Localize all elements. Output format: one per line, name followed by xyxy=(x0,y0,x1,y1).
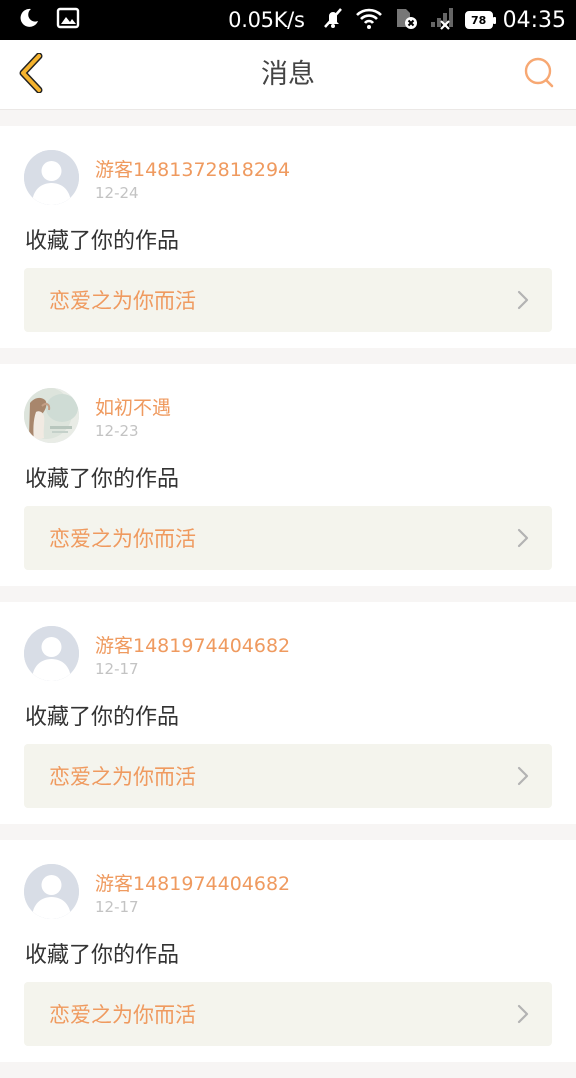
search-button[interactable] xyxy=(518,54,560,96)
status-bar: 0.05K/s 78 04:35 xyxy=(0,0,576,40)
message-date: 12-17 xyxy=(95,660,139,678)
default-avatar-icon xyxy=(24,150,79,205)
message-item: 游客1481372818294 12-24 收藏了你的作品 恋爱之为你而活 xyxy=(0,126,576,348)
avatar[interactable] xyxy=(24,864,79,919)
search-icon xyxy=(521,55,557,95)
avatar[interactable] xyxy=(24,150,79,205)
message-action-text: 收藏了你的作品 xyxy=(25,943,180,968)
work-title: 恋爱之为你而活 xyxy=(49,765,196,789)
message-date: 12-17 xyxy=(95,898,139,916)
message-date: 12-24 xyxy=(95,184,139,202)
signal-icon xyxy=(429,6,455,34)
chevron-right-icon xyxy=(517,528,529,548)
work-title: 恋爱之为你而活 xyxy=(49,527,196,551)
chevron-right-icon xyxy=(517,766,529,786)
notifications-off-icon xyxy=(321,6,345,34)
chevron-right-icon xyxy=(517,1004,529,1024)
message-action-text: 收藏了你的作品 xyxy=(25,467,180,492)
photo-avatar-icon xyxy=(24,388,79,443)
user-name[interactable]: 游客1481974404682 xyxy=(95,869,290,896)
chevron-right-icon xyxy=(517,290,529,310)
message-action-text: 收藏了你的作品 xyxy=(25,705,180,730)
work-title: 恋爱之为你而活 xyxy=(49,289,196,313)
message-list: 游客1481372818294 12-24 收藏了你的作品 恋爱之为你而活 如初… xyxy=(0,126,576,1078)
default-avatar-icon xyxy=(24,864,79,919)
work-link[interactable]: 恋爱之为你而活 xyxy=(24,982,552,1046)
sim-error-icon xyxy=(393,6,419,34)
default-avatar-icon xyxy=(24,626,79,681)
user-name[interactable]: 游客1481974404682 xyxy=(95,631,290,658)
battery-indicator: 78 xyxy=(464,11,496,29)
message-action-text: 收藏了你的作品 xyxy=(25,229,180,254)
user-name[interactable]: 游客1481372818294 xyxy=(95,155,290,182)
work-link[interactable]: 恋爱之为你而活 xyxy=(24,506,552,570)
message-item: 游客1481974404682 12-17 收藏了你的作品 恋爱之为你而活 xyxy=(0,840,576,1062)
message-item: 如初不遇 12-23 收藏了你的作品 恋爱之为你而活 xyxy=(0,364,576,586)
message-date: 12-23 xyxy=(95,422,139,440)
work-link[interactable]: 恋爱之为你而活 xyxy=(24,744,552,808)
image-icon xyxy=(56,7,80,33)
moon-icon xyxy=(18,7,40,33)
work-link[interactable]: 恋爱之为你而活 xyxy=(24,268,552,332)
avatar[interactable] xyxy=(24,388,79,443)
net-speed: 0.05K/s xyxy=(228,8,305,32)
avatar[interactable] xyxy=(24,626,79,681)
message-item: 游客1481974404682 12-17 收藏了你的作品 恋爱之为你而活 xyxy=(0,602,576,824)
wifi-icon xyxy=(355,6,383,34)
user-name[interactable]: 如初不遇 xyxy=(95,393,171,420)
clock: 04:35 xyxy=(502,7,566,33)
page-title: 消息 xyxy=(261,59,315,90)
work-title: 恋爱之为你而活 xyxy=(49,1003,196,1027)
app-header: 消息 xyxy=(0,40,576,110)
